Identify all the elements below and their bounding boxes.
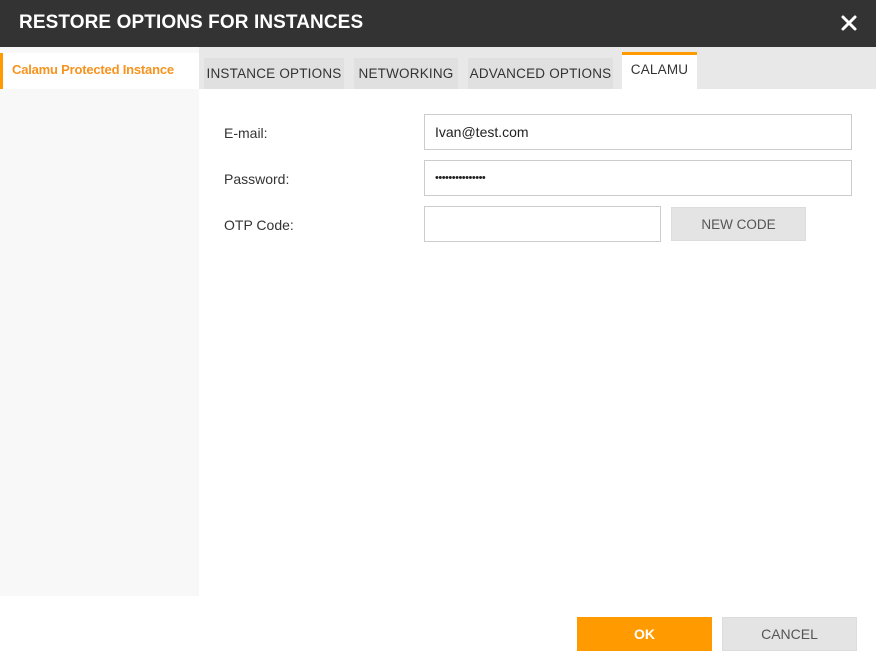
tab-calamu[interactable]: CALAMU	[622, 52, 697, 89]
tab-networking[interactable]: NETWORKING	[354, 58, 458, 89]
cancel-button[interactable]: CANCEL	[722, 617, 857, 651]
tab-instance-options[interactable]: INSTANCE OPTIONS	[204, 58, 344, 89]
tab-label: NETWORKING	[358, 66, 454, 81]
sidebar-item-calamu-protected-instance[interactable]: Calamu Protected Instance	[0, 53, 199, 89]
dialog-title: RESTORE OPTIONS FOR INSTANCES	[19, 12, 364, 33]
tab-strip: INSTANCE OPTIONS NETWORKING ADVANCED OPT…	[199, 47, 876, 89]
dialog-titlebar: RESTORE OPTIONS FOR INSTANCES	[0, 0, 876, 47]
otp-code-field[interactable]	[424, 206, 661, 242]
new-code-button[interactable]: NEW CODE	[671, 207, 806, 241]
email-field[interactable]: Ivan@test.com	[424, 114, 852, 150]
tab-label: ADVANCED OPTIONS	[469, 66, 612, 81]
tab-label: INSTANCE OPTIONS	[206, 66, 342, 81]
sidebar: Calamu Protected Instance	[0, 47, 199, 596]
tab-advanced-options[interactable]: ADVANCED OPTIONS	[468, 58, 613, 89]
email-label: E-mail:	[224, 125, 268, 141]
tab-label: CALAMU	[630, 62, 689, 77]
otp-code-label: OTP Code:	[224, 217, 294, 233]
password-label: Password:	[224, 171, 290, 187]
sidebar-item-label: Calamu Protected Instance	[12, 62, 174, 77]
ok-button[interactable]: OK	[577, 617, 712, 651]
close-icon[interactable]	[840, 14, 858, 32]
password-field[interactable]: •••••••••••••••	[424, 160, 852, 196]
